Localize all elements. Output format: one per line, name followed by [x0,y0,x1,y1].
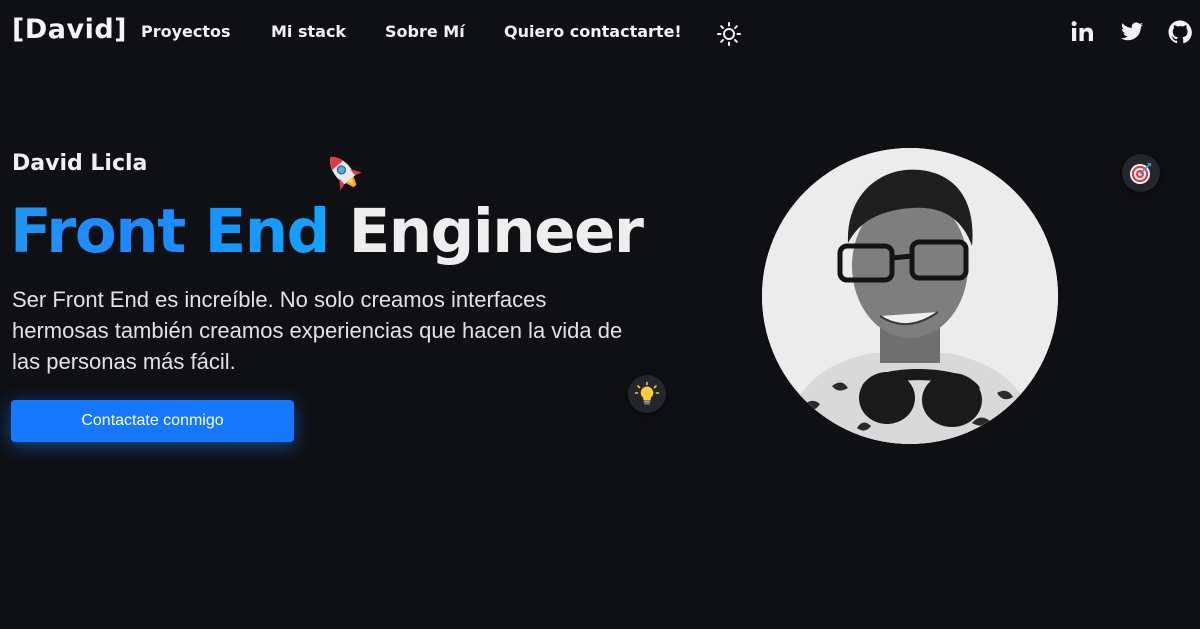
nav-link-contacto[interactable]: Quiero contactarte! [504,22,682,41]
hero-description: Ser Front End es increíble. No solo crea… [12,287,623,374]
rocket-icon [316,148,372,198]
nav-link-sobre-mi[interactable]: Sobre Mí [385,22,465,41]
hero-title-accent: Front End [10,196,330,267]
nav-link-mi-stack[interactable]: Mi stack [271,22,346,41]
github-icon[interactable] [1167,19,1193,45]
avatar [762,148,1058,444]
twitter-icon[interactable] [1119,19,1145,45]
nav-link-proyectos[interactable]: Proyectos [141,22,231,41]
logo[interactable]: [David] [12,14,127,45]
hero-name: David Licla [12,151,148,176]
contact-button[interactable]: Contactate conmigo [11,400,294,442]
lightbulb-icon [628,375,666,413]
top-navbar: [David] Proyectos Mi stack Sobre Mí Quie… [0,0,1200,66]
target-icon [1122,154,1160,192]
sun-icon[interactable] [716,21,742,47]
hero-title: Front End Engineer [10,192,644,272]
hero-title-rest: Engineer [328,196,644,267]
page: [David] Proyectos Mi stack Sobre Mí Quie… [0,0,1200,629]
linkedin-icon[interactable] [1070,19,1096,45]
